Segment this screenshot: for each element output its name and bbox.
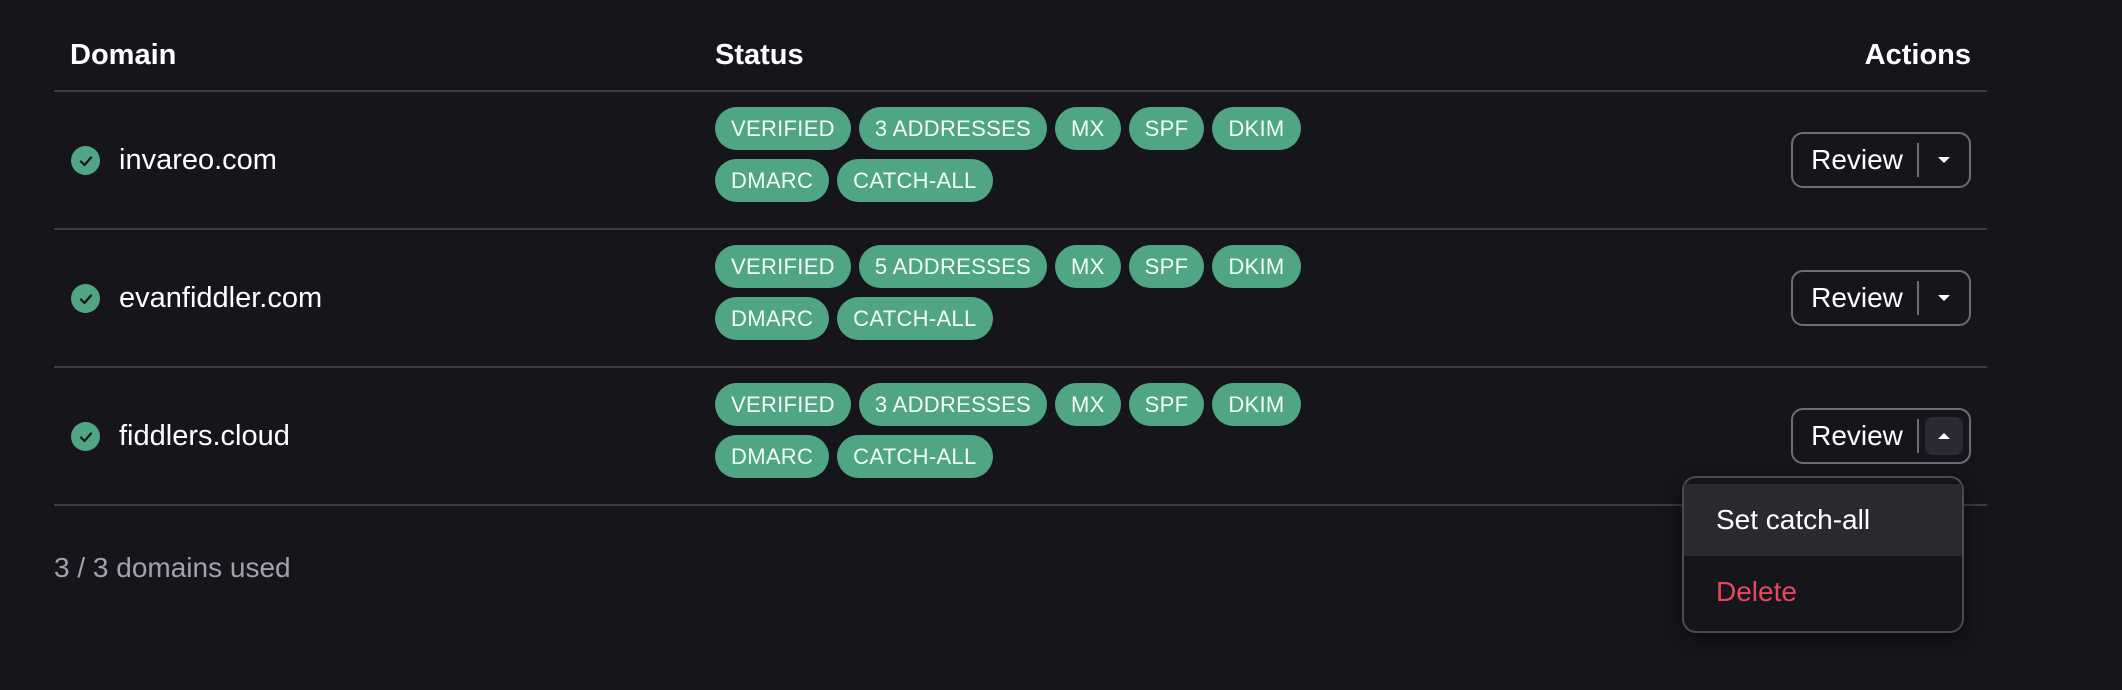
review-menu-toggle[interactable] [1919, 134, 1969, 186]
status-badge: VERIFIED [715, 245, 851, 288]
table-header: Domain Status Actions [54, 0, 1987, 92]
status-badge: MX [1055, 383, 1121, 426]
status-badges: VERIFIED 5 ADDRESSES MX SPF DKIM DMARC C… [715, 245, 1315, 340]
domain-name: invareo.com [119, 144, 277, 176]
menu-item-set-catch-all[interactable]: Set catch-all [1684, 484, 1962, 556]
table-row: evanfiddler.com VERIFIED 5 ADDRESSES MX … [54, 230, 1987, 368]
review-split-button: Review [1791, 270, 1971, 326]
caret-down-icon [1936, 293, 1952, 303]
review-button[interactable]: Review [1793, 282, 1917, 314]
domain-name: evanfiddler.com [119, 282, 323, 314]
status-badge: MX [1055, 107, 1121, 150]
status-badge: 3 ADDRESSES [858, 107, 1048, 150]
status-badge: DMARC [715, 297, 830, 340]
review-menu-toggle[interactable] [1919, 272, 1969, 324]
status-badge: 3 ADDRESSES [858, 383, 1048, 426]
status-badge: VERIFIED [715, 383, 851, 426]
status-badges: VERIFIED 3 ADDRESSES MX SPF DKIM DMARC C… [715, 383, 1315, 478]
table-row: invareo.com VERIFIED 3 ADDRESSES MX SPF … [54, 92, 1987, 230]
review-menu-toggle[interactable] [1919, 410, 1969, 462]
column-header-status: Status [715, 39, 804, 71]
status-badge: MX [1055, 245, 1121, 288]
status-badge: 5 ADDRESSES [858, 245, 1048, 288]
status-badge: SPF [1128, 383, 1205, 426]
review-split-button: Review [1791, 408, 1971, 464]
status-badge: DMARC [715, 159, 830, 202]
check-circle-icon [71, 284, 100, 313]
domain-name: fiddlers.cloud [119, 420, 290, 452]
caret-down-icon [1936, 155, 1952, 165]
domains-table: Domain Status Actions invareo.com VERIFI… [54, 0, 1987, 506]
check-circle-icon [71, 422, 100, 451]
status-badge: VERIFIED [715, 107, 851, 150]
status-badges: VERIFIED 3 ADDRESSES MX SPF DKIM DMARC C… [715, 107, 1315, 202]
check-circle-icon [71, 146, 100, 175]
caret-up-icon [1925, 417, 1963, 455]
status-badge: CATCH-ALL [837, 435, 993, 478]
status-badge: CATCH-ALL [837, 159, 993, 202]
column-header-domain: Domain [70, 39, 177, 71]
status-badge: DKIM [1212, 245, 1301, 288]
status-badge: DKIM [1212, 107, 1301, 150]
status-badge: SPF [1128, 107, 1205, 150]
domains-usage-text: 3 / 3 domains used [54, 552, 291, 583]
review-button[interactable]: Review [1793, 144, 1917, 176]
column-header-actions: Actions [1864, 39, 1971, 71]
status-badge: DMARC [715, 435, 830, 478]
review-split-button: Review [1791, 132, 1971, 188]
review-dropdown-menu: Set catch-all Delete [1682, 476, 1964, 633]
review-button[interactable]: Review [1793, 420, 1917, 452]
status-badge: DKIM [1212, 383, 1301, 426]
status-badge: SPF [1128, 245, 1205, 288]
status-badge: CATCH-ALL [837, 297, 993, 340]
menu-item-delete[interactable]: Delete [1684, 556, 1962, 628]
